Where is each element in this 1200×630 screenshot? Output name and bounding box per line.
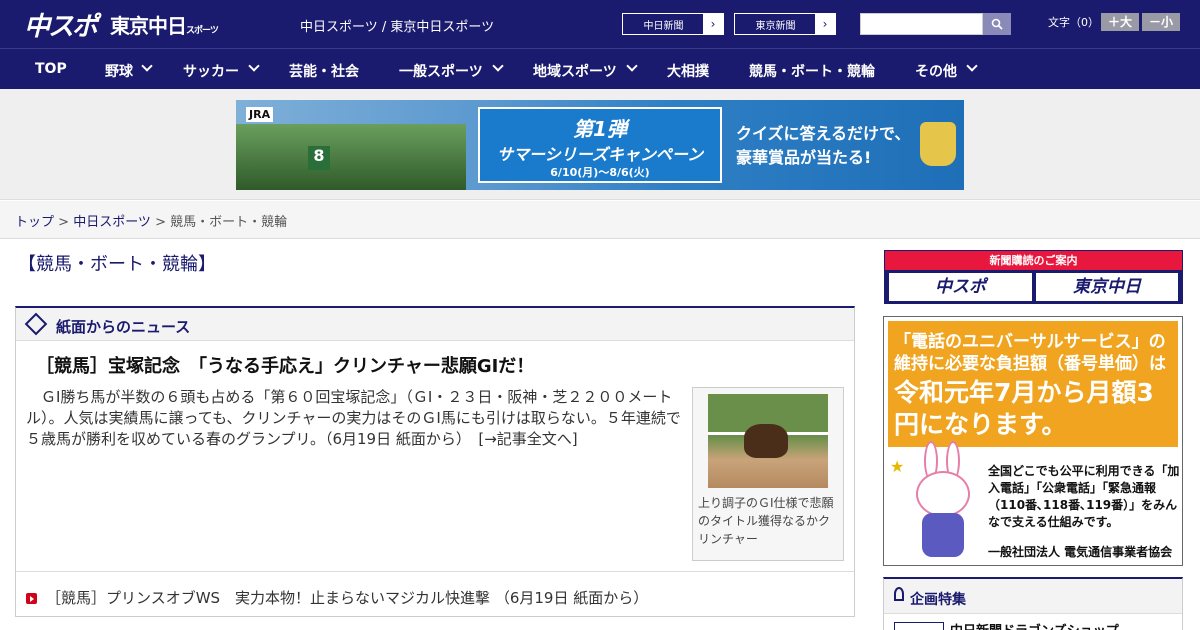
search-icon [991,18,1003,30]
jra-logo: JRA [246,107,274,122]
subscribe-chuspo-button[interactable]: 中スポ [889,273,1032,301]
campaign-copy: クイズに答えるだけで、 豪華賞品が当たる! [736,122,910,170]
jra-ad-banner[interactable]: 8 JRA 第1弾 サマーシリーズキャンペーン 6/10(月)～8/6(火) ク… [236,100,964,190]
tokyo-logo-small: スポーツ [186,26,219,36]
universal-ad-line2: 令和元年7月から月額3円になります。 [894,378,1154,439]
news-panel-title: 紙面からのニュース [56,318,191,336]
ribbon-icon [894,587,904,601]
chevron-down-icon[interactable] [626,60,638,72]
breadcrumb-separator: > [150,215,171,230]
trophy-icon [920,122,956,166]
feature-title: 企画特集 [910,592,966,608]
chunichi-shimbun-button[interactable]: 中日新聞 › [622,13,724,35]
search-input[interactable] [860,13,983,35]
top-bar: 中スポ 東京中日スポーツ 中日スポーツ / 東京中日スポーツ 中日新聞 › 東京… [0,0,1200,48]
breadcrumb-current: 競馬・ボート・競輪 [170,215,288,230]
article-summary[interactable]: ＧⅠ勝ち馬が半数の６頭も占める「第６０回宝塚記念」（ＧⅠ・２３日・阪神・芝２２０… [26,387,684,450]
divider [16,571,854,572]
campaign-copy-line2: 豪華賞品が当たる! [736,148,872,167]
universal-ad-line1: 「電話のユニバーサルサービス」の維持に必要な負担額（番号単価）は [894,332,1166,374]
chuspo-logo[interactable]: 中スポ [24,6,98,43]
newspaper-icon [24,312,48,336]
universal-ad-description: 全国どこでも公平に利用できる「加入電話」「公衆電話」「緊急通報（110番､118… [988,464,1180,529]
nav-general-sports[interactable]: 一般スポーツ [399,61,483,81]
feature-thumbnail [894,622,944,630]
nav-baseball[interactable]: 野球 [105,61,133,81]
page-title: 【競馬・ボート・競輪】 [18,254,216,275]
universal-ad-header: 「電話のユニバーサルサービス」の維持に必要な負担額（番号単価）は 令和元年7月か… [888,321,1178,447]
tokyo-chunichi-logo[interactable]: 東京中日スポーツ [110,10,219,39]
font-smaller-button[interactable]: －小 [1142,13,1180,31]
chevron-right-icon: › [815,14,835,34]
universal-ad-org: 一般社団法人 電気通信事業者協会 [988,545,1173,559]
feature-box: 企画特集 中日新聞ドラゴンズショップ [883,577,1183,630]
subscription-box: 新聞購読のご案内 中スポ 東京中日 [884,250,1183,304]
font-size-label: 文字（0） [1048,16,1099,29]
nav-others[interactable]: その他 [915,61,957,81]
racehorse-photo [708,394,828,488]
tokyo-shimbun-button[interactable]: 東京新聞 › [734,13,836,35]
nav-regional-sports[interactable]: 地域スポーツ [533,61,617,81]
rabbit-mascot-icon [914,441,972,561]
breadcrumb-home[interactable]: トップ [15,215,54,230]
news-panel-header: 紙面からのニュース [16,308,854,341]
campaign-dates: 6/10(月)～8/6(火) [550,166,650,179]
search-button[interactable] [983,13,1011,35]
news-panel: 紙面からのニュース ［競馬］宝塚記念 「うなる手応え」クリンチャー悲願GIだ！ … [15,306,855,617]
nav-top[interactable]: TOP [35,61,67,77]
site-name-link[interactable]: 中日スポーツ / 東京中日スポーツ [300,16,494,35]
campaign-box: 第1弾 サマーシリーズキャンペーン 6/10(月)～8/6(火) [478,107,722,183]
subscription-title: 新聞購読のご案内 [885,251,1182,270]
chunichi-shimbun-label: 中日新聞 [643,21,684,32]
campaign-title: サマーシリーズキャンペーン [496,145,704,164]
breadcrumb: トップ > 中日スポーツ > 競馬・ボート・競輪 [0,201,1200,239]
horse-racing-image: 8 [236,124,466,190]
tokyo-logo-text: 東京中日 [110,14,187,38]
tokyo-shimbun-label: 東京新聞 [755,21,796,32]
campaign-round: 第1弾 [573,117,627,141]
rabbit-body [922,513,964,557]
breadcrumb-section[interactable]: 中日スポーツ [73,215,151,230]
nav-keiba[interactable]: 競馬・ボート・競輪 [749,61,875,81]
feature-item-label: 中日新聞ドラゴンズショップ [950,620,1119,630]
photo-caption: 上り調子のＧⅠ仕様で悲願のタイトル獲得なるかクリンチャー [698,496,834,546]
chevron-down-icon[interactable] [248,60,260,72]
article-photo[interactable]: 上り調子のＧⅠ仕様で悲願のタイトル獲得なるかクリンチャー [692,387,844,561]
universal-service-ad[interactable]: 「電話のユニバーサルサービス」の維持に必要な負担額（番号単価）は 令和元年7月か… [883,316,1183,566]
nav-soccer[interactable]: サッカー [183,61,239,81]
article-headline[interactable]: ［競馬］宝塚記念 「うなる手応え」クリンチャー悲願GIだ！ [36,352,534,378]
font-bigger-button[interactable]: ＋大 [1101,13,1139,31]
chevron-right-icon: › [703,14,723,34]
chevron-down-icon[interactable] [492,60,504,72]
horse-shape [744,424,788,458]
nav-entertainment[interactable]: 芸能・社会 [289,61,359,81]
play-bullet-icon [26,593,37,604]
star-icon: ★ [890,457,905,476]
main-nav: TOP 野球 サッカー 芸能・社会 一般スポーツ 地域スポーツ 大相撲 競馬・ボ… [0,48,1200,89]
article-link[interactable]: ［競馬］プリンスオブWS 実力本物！止まらないマジカル快進撃 （6月19日 紙面… [46,587,648,608]
feature-item[interactable]: 中日新聞ドラゴンズショップ [884,613,1182,630]
chevron-down-icon[interactable] [966,60,978,72]
ad-strip: 8 JRA 第1弾 サマーシリーズキャンペーン 6/10(月)～8/6(火) ク… [0,89,1200,200]
subscribe-tokyo-button[interactable]: 東京中日 [1036,273,1178,301]
nav-sumo[interactable]: 大相撲 [667,61,709,81]
breadcrumb-separator: > [54,215,74,230]
campaign-copy-line1: クイズに答えるだけで、 [736,124,911,143]
saddle-number: 8 [308,146,330,170]
rabbit-head [916,471,970,517]
chevron-down-icon[interactable] [141,60,153,72]
